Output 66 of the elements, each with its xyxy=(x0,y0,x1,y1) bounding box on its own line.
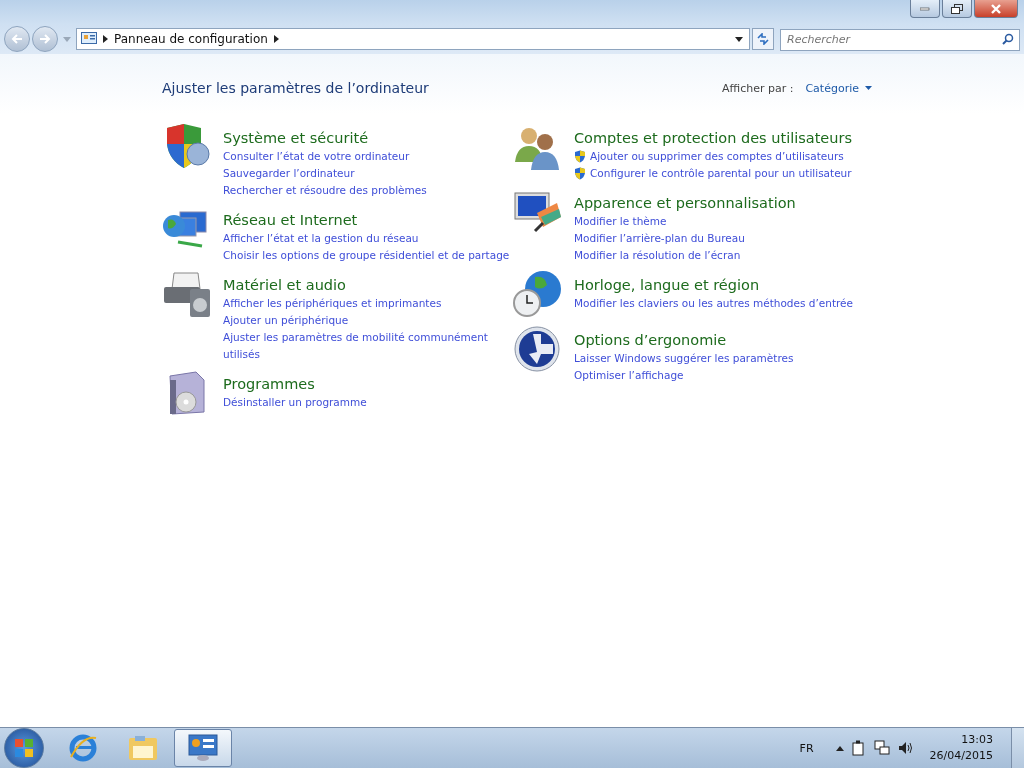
task-link[interactable]: Modifier l’arrière-plan du Bureau xyxy=(574,230,745,247)
task-link[interactable]: Ajuster les paramètres de mobilité communément utilisés xyxy=(223,329,513,363)
control-panel-taskbar-button[interactable] xyxy=(174,729,232,767)
restore-button[interactable] xyxy=(942,0,972,18)
show-desktop-button[interactable] xyxy=(1011,728,1024,768)
task-link[interactable]: Optimiser l’affichage xyxy=(574,367,684,384)
task-link[interactable]: Modifier la résolution de l’écran xyxy=(574,247,741,264)
clock[interactable]: 13:03 26/04/2015 xyxy=(929,732,993,764)
task-link[interactable]: Choisir les options de groupe résidentiel et de partage xyxy=(223,247,510,264)
close-button[interactable] xyxy=(974,0,1018,18)
shield-icon xyxy=(574,167,586,180)
task-link[interactable]: Désinstaller un programme xyxy=(223,394,367,411)
category-title-link[interactable]: Système et sécurité xyxy=(223,128,427,148)
task-link[interactable]: Ajouter un périphérique xyxy=(223,312,349,329)
windows-logo-icon xyxy=(14,738,34,758)
restore-icon xyxy=(951,3,963,14)
task-link[interactable]: Configurer le contrôle parental pour un utilisateur xyxy=(590,165,852,182)
clock-date: 26/04/2015 xyxy=(929,748,993,764)
view-by-dropdown[interactable]: Catégorie xyxy=(805,81,872,95)
tray-icon[interactable] xyxy=(851,740,866,756)
category-title-link[interactable]: Matériel et audio xyxy=(223,275,513,295)
task-link[interactable]: Rechercher et résoudre des problèmes xyxy=(223,182,427,199)
shield-icon xyxy=(574,150,586,163)
task-link[interactable]: Laisser Windows suggérer les paramètres xyxy=(574,350,794,367)
clock-time: 13:03 xyxy=(961,732,993,748)
category-title-link[interactable]: Apparence et personnalisation xyxy=(574,193,796,213)
search-icon xyxy=(1002,33,1014,45)
task-link[interactable]: Modifier le thème xyxy=(574,213,667,230)
address-bar[interactable]: Panneau de configuration xyxy=(76,28,750,50)
forward-arrow-icon xyxy=(38,33,52,45)
start-button[interactable] xyxy=(4,728,44,768)
category-title-link[interactable]: Horloge, langue et région xyxy=(574,275,854,295)
category-title-link[interactable]: Programmes xyxy=(223,374,367,394)
control-panel-icon xyxy=(188,734,218,762)
caret-icon[interactable] xyxy=(103,35,108,43)
view-by-label: Afficher par : xyxy=(722,81,794,95)
folder-icon xyxy=(127,734,159,762)
refresh-button[interactable] xyxy=(752,28,774,50)
breadcrumb-item[interactable]: Panneau de configuration xyxy=(114,32,268,46)
globe-clock-icon[interactable] xyxy=(513,269,563,319)
volume-icon[interactable] xyxy=(897,741,914,755)
category-title-link[interactable]: Comptes et protection des utilisateurs xyxy=(574,128,852,148)
printer-icon[interactable] xyxy=(162,269,212,319)
close-icon xyxy=(990,3,1002,14)
caret-icon[interactable] xyxy=(273,35,279,43)
network-icon[interactable] xyxy=(873,740,890,756)
task-link[interactable]: Consulter l’état de votre ordinateur xyxy=(223,148,410,165)
refresh-icon xyxy=(756,33,770,45)
dropdown-arrow-icon[interactable] xyxy=(735,36,743,42)
browser-icon xyxy=(68,733,98,763)
task-link[interactable]: Ajouter ou supprimer des comptes d’utilisateurs xyxy=(590,148,844,165)
task-link[interactable]: Afficher les périphériques et imprimantes xyxy=(223,295,442,312)
page-heading: Ajuster les paramètres de l’ordinateur xyxy=(162,80,430,96)
category-title-link[interactable]: Options d’ergonomie xyxy=(574,330,794,350)
caret-icon xyxy=(865,86,872,90)
control-panel-icon xyxy=(81,32,97,46)
task-link[interactable]: Modifier les claviers ou les autres méthodes d’entrée xyxy=(574,295,854,312)
back-arrow-icon xyxy=(10,33,24,45)
up-arrow-icon[interactable] xyxy=(835,745,844,751)
task-link[interactable]: Afficher l’état et la gestion du réseau xyxy=(223,230,419,247)
task-link[interactable]: Sauvegarder l’ordinateur xyxy=(223,165,355,182)
minimize-icon xyxy=(920,6,930,11)
accessibility-icon[interactable] xyxy=(513,324,563,374)
search-field[interactable]: Rechercher xyxy=(780,28,1020,51)
category-title-link[interactable]: Réseau et Internet xyxy=(223,210,510,230)
language-indicator[interactable]: FR xyxy=(799,741,814,755)
